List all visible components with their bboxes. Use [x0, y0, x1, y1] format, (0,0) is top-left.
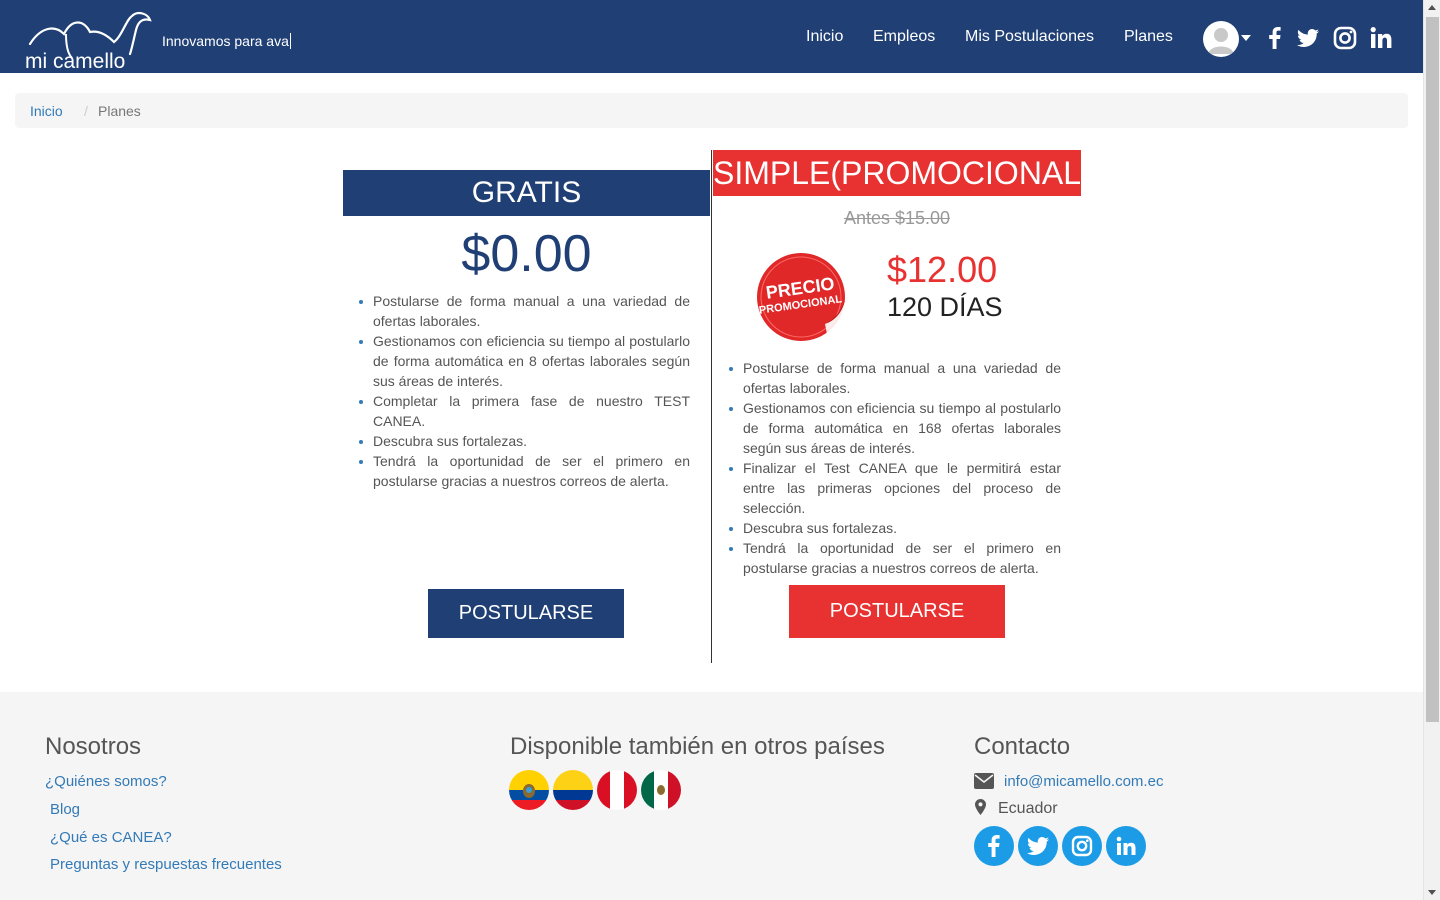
- twitter-icon: [1027, 837, 1049, 856]
- plan-free-postularse-button[interactable]: POSTULARSE: [428, 589, 624, 638]
- list-item: Descubra sus fortalezas.: [729, 518, 1061, 538]
- scrollbar-thumb[interactable]: [1426, 17, 1439, 722]
- twitter-icon[interactable]: [1294, 24, 1322, 52]
- list-item: Gestionamos con eficiencia su tiempo al …: [359, 331, 690, 391]
- user-menu-caret-icon[interactable]: [1241, 35, 1251, 41]
- promo-price-badge-icon: PRECIO PROMOCIONAL: [757, 253, 851, 341]
- plan-divider: [711, 150, 712, 663]
- footer-linkedin-button[interactable]: [1106, 826, 1146, 866]
- footer-countries-heading: Disponible también en otros países: [510, 733, 885, 760]
- plan-simple-old-price: Antes $15.00: [843, 208, 951, 228]
- ecuador-flag[interactable]: [509, 770, 549, 810]
- footer-contact-email[interactable]: info@micamello.com.ec: [1004, 773, 1163, 790]
- plan-simple-duration: 120 DÍAS: [887, 292, 1003, 322]
- list-item: Tendrá la oportunidad de ser el primero …: [359, 451, 690, 491]
- instagram-icon: [1071, 835, 1093, 857]
- user-avatar[interactable]: [1203, 21, 1239, 57]
- plan-free-title: GRATIS: [343, 170, 710, 216]
- footer-about-heading: Nosotros: [45, 733, 142, 760]
- footer-link-faq[interactable]: Preguntas y respuestas frecuentes: [50, 856, 282, 873]
- footer-contact-heading: Contacto: [974, 733, 1071, 760]
- linkedin-icon: [1116, 836, 1136, 855]
- plan-simple-postularse-button[interactable]: POSTULARSE: [789, 585, 1005, 638]
- mexico-flag[interactable]: [641, 770, 681, 810]
- facebook-icon: [988, 835, 1000, 857]
- list-item: Tendrá la oportunidad de ser el primero …: [729, 538, 1061, 578]
- footer-facebook-button[interactable]: [974, 826, 1014, 866]
- footer-link-blog[interactable]: Blog: [50, 801, 80, 818]
- nav-inicio[interactable]: Inicio: [806, 28, 843, 46]
- plan-simple-price: $12.00: [887, 249, 998, 290]
- plan-simple-features: Postularse de forma manual a una varieda…: [729, 358, 1061, 578]
- list-item: Gestionamos con eficiencia su tiempo al …: [729, 398, 1061, 458]
- nav-empleos[interactable]: Empleos: [873, 28, 935, 46]
- nav-planes[interactable]: Planes: [1124, 28, 1173, 46]
- nav-mis-postulaciones[interactable]: Mis Postulaciones: [965, 28, 1094, 46]
- envelope-icon: [974, 773, 994, 789]
- user-icon: [1208, 28, 1234, 54]
- scroll-up-arrow-icon[interactable]: [1428, 5, 1436, 10]
- footer-twitter-button[interactable]: [1018, 826, 1058, 866]
- plan-free-features: Postularse de forma manual a una varieda…: [359, 291, 690, 491]
- top-navbar: mi camello Innovamos para ava Inicio Emp…: [0, 0, 1423, 73]
- footer-instagram-button[interactable]: [1062, 826, 1102, 866]
- logo-text: mi camello: [25, 50, 125, 72]
- plan-simple-title: SIMPLE(PROMOCIONAL): [713, 150, 1092, 196]
- instagram-icon[interactable]: [1331, 24, 1359, 52]
- map-marker-icon: [975, 799, 986, 815]
- footer-link-quienes-somos[interactable]: ¿Quiénes somos?: [45, 773, 167, 790]
- peru-flag[interactable]: [597, 770, 637, 810]
- plan-free-price: $0.00: [461, 225, 592, 283]
- scroll-down-arrow-icon[interactable]: [1428, 890, 1436, 895]
- vertical-scrollbar[interactable]: [1423, 0, 1440, 900]
- breadcrumb-separator: /: [84, 103, 88, 119]
- footer-link-canea[interactable]: ¿Qué es CANEA?: [50, 829, 172, 846]
- list-item: Finalizar el Test CANEA que le permitirá…: [729, 458, 1061, 518]
- breadcrumb-home-link[interactable]: Inicio: [30, 103, 63, 119]
- list-item: Postularse de forma manual a una varieda…: [729, 358, 1061, 398]
- breadcrumb: Inicio / Planes: [15, 93, 1408, 128]
- breadcrumb-current: Planes: [98, 103, 141, 119]
- linkedin-icon[interactable]: [1367, 24, 1395, 52]
- facebook-icon[interactable]: [1261, 24, 1289, 52]
- tagline: Innovamos para ava: [162, 33, 289, 49]
- colombia-flag[interactable]: [553, 770, 593, 810]
- footer-contact-location: Ecuador: [998, 800, 1058, 817]
- list-item: Postularse de forma manual a una varieda…: [359, 291, 690, 331]
- mi-camello-logo[interactable]: mi camello: [22, 6, 157, 72]
- list-item: Completar la primera fase de nuestro TES…: [359, 391, 690, 431]
- list-item: Descubra sus fortalezas.: [359, 431, 690, 451]
